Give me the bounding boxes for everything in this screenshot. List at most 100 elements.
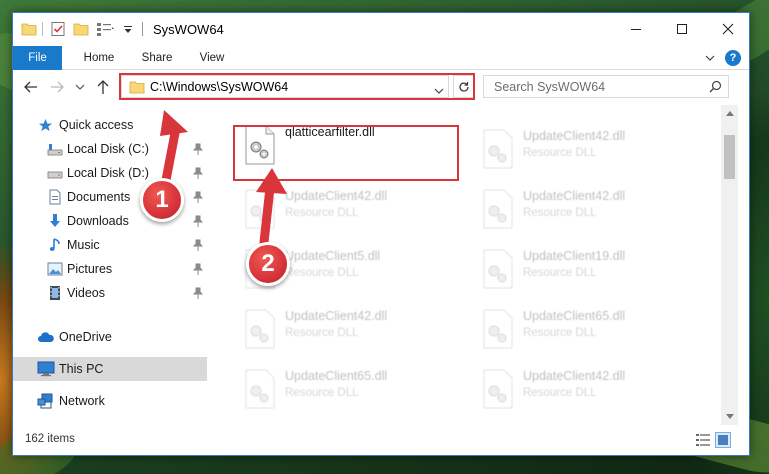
sidebar-item-label: Music [67, 238, 100, 252]
file-item[interactable]: UpdateClient42.dll Resource DLL [237, 303, 467, 361]
step-1-badge: 1 [140, 178, 184, 222]
file-item[interactable]: UpdateClient42.dll Resource DLL [237, 183, 467, 241]
documents-icon [47, 189, 63, 205]
vertical-scrollbar[interactable] [721, 105, 738, 425]
step-2-badge: 2 [246, 242, 290, 286]
title-bar: SysWOW64 [13, 13, 749, 46]
pin-icon[interactable] [192, 143, 204, 158]
sidebar-item-label: OneDrive [59, 330, 112, 344]
sidebar-item-label: Local Disk (C:) [67, 142, 149, 156]
new-folder-icon[interactable] [72, 20, 90, 38]
dll-file-icon [481, 369, 515, 409]
tab-home[interactable]: Home [75, 46, 123, 70]
sidebar-item-music[interactable]: Music [13, 233, 207, 257]
pin-icon[interactable] [192, 167, 204, 182]
sidebar-item-quick-access[interactable]: Quick access [13, 113, 207, 137]
onedrive-icon [37, 329, 55, 345]
window-title: SysWOW64 [153, 22, 224, 37]
scroll-up-icon[interactable] [721, 105, 738, 121]
file-type: Resource DLL [523, 387, 597, 399]
sidebar-item-local-disk-c[interactable]: Local Disk (C:) [13, 137, 207, 161]
star-icon [37, 117, 53, 133]
back-button[interactable] [21, 77, 41, 97]
file-type: Resource DLL [523, 267, 597, 279]
file-type: Resource DLL [285, 327, 359, 339]
file-item[interactable]: UpdateClient42.dll Resource DLL [475, 123, 705, 181]
ribbon-tabs: File Home Share View ? [13, 46, 749, 70]
close-button[interactable] [705, 13, 749, 45]
title-divider [142, 22, 143, 36]
dll-file-icon [481, 129, 515, 169]
drive-icon [47, 141, 63, 157]
pictures-icon [47, 261, 63, 277]
downloads-icon [47, 213, 63, 229]
file-type: Resource DLL [285, 267, 359, 279]
up-button[interactable] [93, 77, 113, 97]
maximize-button[interactable] [659, 13, 705, 45]
quick-access-dropdown-icon[interactable] [121, 20, 135, 38]
file-type: Resource DLL [523, 327, 597, 339]
file-name: UpdateClient42.dll [285, 189, 388, 203]
music-icon [47, 237, 63, 253]
minimize-button[interactable] [613, 13, 659, 45]
forward-button[interactable] [47, 77, 67, 97]
sidebar-item-network[interactable]: Network [13, 389, 207, 413]
expand-ribbon-icon[interactable] [703, 51, 717, 65]
folder-icon[interactable] [21, 20, 37, 38]
pin-icon[interactable] [192, 263, 204, 278]
sidebar-item-onedrive[interactable]: OneDrive [13, 325, 207, 349]
file-name: UpdateClient42.dll [523, 129, 626, 143]
navigation-bar: C:\Windows\SysWOW64 Search SysWOW64 [13, 71, 749, 103]
tab-file[interactable]: File [13, 46, 62, 70]
item-count: 162 items [25, 433, 75, 445]
computer-icon [37, 361, 55, 377]
sidebar-item-local-disk-d[interactable]: Local Disk (D:) [13, 161, 207, 185]
file-name: UpdateClient19.dll [523, 249, 626, 263]
pin-icon[interactable] [192, 239, 204, 254]
file-name: UpdateClient65.dll [285, 369, 388, 383]
pin-icon[interactable] [192, 215, 204, 230]
file-type: Resource DLL [523, 147, 597, 159]
recent-locations-icon[interactable] [73, 77, 87, 97]
address-bar-highlight [119, 73, 475, 100]
dll-file-icon [243, 309, 277, 349]
navigation-pane: Quick access Local Disk (C:) Local Disk … [13, 105, 207, 425]
dll-file-icon [481, 309, 515, 349]
search-box[interactable]: Search SysWOW64 [483, 75, 729, 98]
qa-divider [42, 22, 43, 36]
details-view-icon[interactable] [695, 432, 711, 448]
status-bar: 162 items [13, 425, 749, 455]
sidebar-item-label: Documents [67, 190, 131, 204]
dll-file-icon [481, 189, 515, 229]
customize-toolbar-icon[interactable] [95, 20, 117, 38]
large-icons-view-icon[interactable] [715, 432, 731, 448]
file-item[interactable]: UpdateClient42.dll Resource DLL [475, 183, 705, 241]
file-type: Resource DLL [523, 207, 597, 219]
search-icon[interactable] [709, 80, 722, 98]
file-item[interactable]: UpdateClient42.dll Resource DLL [475, 363, 705, 421]
sidebar-item-this-pc[interactable]: This PC [13, 357, 207, 381]
help-button[interactable]: ? [725, 50, 741, 66]
file-item[interactable]: UpdateClient19.dll Resource DLL [475, 243, 705, 301]
sidebar-item-videos[interactable]: Videos [13, 281, 207, 305]
search-input[interactable]: Search SysWOW64 [494, 80, 605, 94]
sidebar-item-label: Quick access [59, 118, 134, 132]
tab-view[interactable]: View [189, 46, 235, 70]
sidebar-item-label: This PC [59, 362, 104, 376]
scroll-down-icon[interactable] [721, 409, 738, 425]
file-name: UpdateClient65.dll [523, 309, 626, 323]
file-type: Resource DLL [285, 387, 359, 399]
sidebar-item-pictures[interactable]: Pictures [13, 257, 207, 281]
file-type: Resource DLL [285, 207, 359, 219]
properties-icon[interactable] [49, 20, 67, 38]
file-item[interactable]: UpdateClient65.dll Resource DLL [237, 363, 467, 421]
file-name: UpdateClient42.dll [523, 369, 626, 383]
pin-icon[interactable] [192, 191, 204, 206]
file-name: UpdateClient42.dll [523, 189, 626, 203]
pin-icon[interactable] [192, 287, 204, 302]
scroll-thumb[interactable] [724, 135, 735, 179]
file-name: UpdateClient42.dll [285, 309, 388, 323]
sidebar-item-label: Local Disk (D:) [67, 166, 149, 180]
file-item[interactable]: UpdateClient65.dll Resource DLL [475, 303, 705, 361]
tab-share[interactable]: Share [133, 46, 181, 70]
